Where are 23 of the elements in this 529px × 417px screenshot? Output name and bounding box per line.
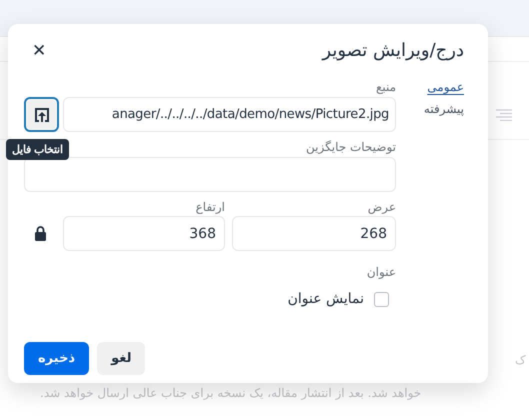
field-label: توضیحات جایگزین — [306, 140, 396, 156]
field-label: منبع — [376, 80, 396, 96]
save-button[interactable]: ذخیره — [24, 342, 90, 375]
field-label: عنوان — [366, 265, 396, 281]
field-label: عرض — [368, 200, 396, 216]
background-text: خواهد شد. بعد از انتشار مقاله، یک نسخه برای جناب عالی ارسال خواهد شد. — [40, 386, 422, 400]
upload-icon — [34, 106, 50, 122]
menu-icon — [496, 109, 512, 121]
tab[interactable]: عمومی — [424, 80, 464, 94]
background-text: ک — [515, 353, 526, 367]
width-field[interactable]: 268 — [232, 216, 396, 251]
alt-text-field[interactable] — [24, 157, 396, 192]
field-label: ارتفاع — [196, 200, 225, 216]
cancel-button[interactable]: لغو — [97, 342, 146, 375]
checkbox[interactable] — [374, 292, 389, 306]
tab[interactable]: پیشرفته — [424, 102, 464, 116]
checkbox-label: نمایش عنوان — [288, 291, 364, 307]
lock-icon[interactable] — [34, 226, 46, 241]
source-field[interactable]: anager/../../../../data/demo/news/Picture2.jpg — [63, 97, 396, 132]
tooltip: انتخاب فایل — [6, 139, 70, 160]
height-field[interactable]: 368 — [63, 216, 225, 251]
dialog-title: درج/ویرایش تصویر — [322, 40, 465, 60]
close-button[interactable]: ✕ — [24, 40, 54, 60]
